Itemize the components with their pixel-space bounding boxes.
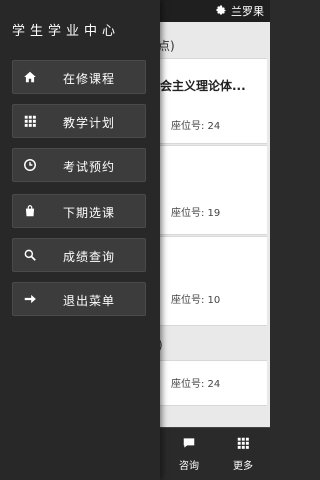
gear-icon <box>215 4 227 19</box>
menu-item-teaching-plan[interactable]: 教学计划 <box>12 104 146 138</box>
user-name: 兰罗果 <box>231 5 264 18</box>
nav-consult-label: 咨询 <box>179 461 199 472</box>
side-drawer: 学生学业中心 在修课程 教学计划 考试预约 下期选课 成绩查询 退出菜单 <box>0 0 160 480</box>
menu-item-label: 考试预约 <box>63 160 116 174</box>
menu-item-label: 在修课程 <box>63 72 116 86</box>
seat-number: 座位号: 24 <box>171 121 221 132</box>
grid-icon <box>236 436 250 453</box>
menu-item-label: 教学计划 <box>63 116 116 130</box>
seat-number: 座位号: 10 <box>171 295 221 306</box>
nav-consult[interactable]: 咨询 <box>162 428 216 480</box>
seat-number: 座位号: 19 <box>171 208 221 219</box>
menu-item-current-courses[interactable]: 在修课程 <box>12 60 146 94</box>
menu-item-grade-query[interactable]: 成绩查询 <box>12 238 146 272</box>
clock-icon <box>23 158 37 172</box>
arrow-right-icon <box>23 292 37 306</box>
search-icon <box>23 248 37 262</box>
nav-more[interactable]: 更多 <box>216 428 270 480</box>
menu-item-exit-menu[interactable]: 退出菜单 <box>12 282 146 316</box>
drawer-title: 学生学业中心 <box>12 24 121 39</box>
card-title: 会主义理论体... <box>160 79 246 93</box>
home-icon <box>23 70 37 84</box>
bag-icon <box>23 204 37 218</box>
user-menu[interactable]: 兰罗果 <box>215 0 264 22</box>
menu-item-label: 退出菜单 <box>63 294 116 308</box>
menu-item-label: 下期选课 <box>63 206 116 220</box>
menu-item-exam-booking[interactable]: 考试预约 <box>12 148 146 182</box>
menu-item-label: 成绩查询 <box>63 250 116 264</box>
grid-icon <box>23 114 37 128</box>
menu-item-next-term-selection[interactable]: 下期选课 <box>12 194 146 228</box>
chat-icon <box>182 436 196 453</box>
seat-number: 座位号: 24 <box>171 379 221 390</box>
nav-more-label: 更多 <box>233 461 253 472</box>
